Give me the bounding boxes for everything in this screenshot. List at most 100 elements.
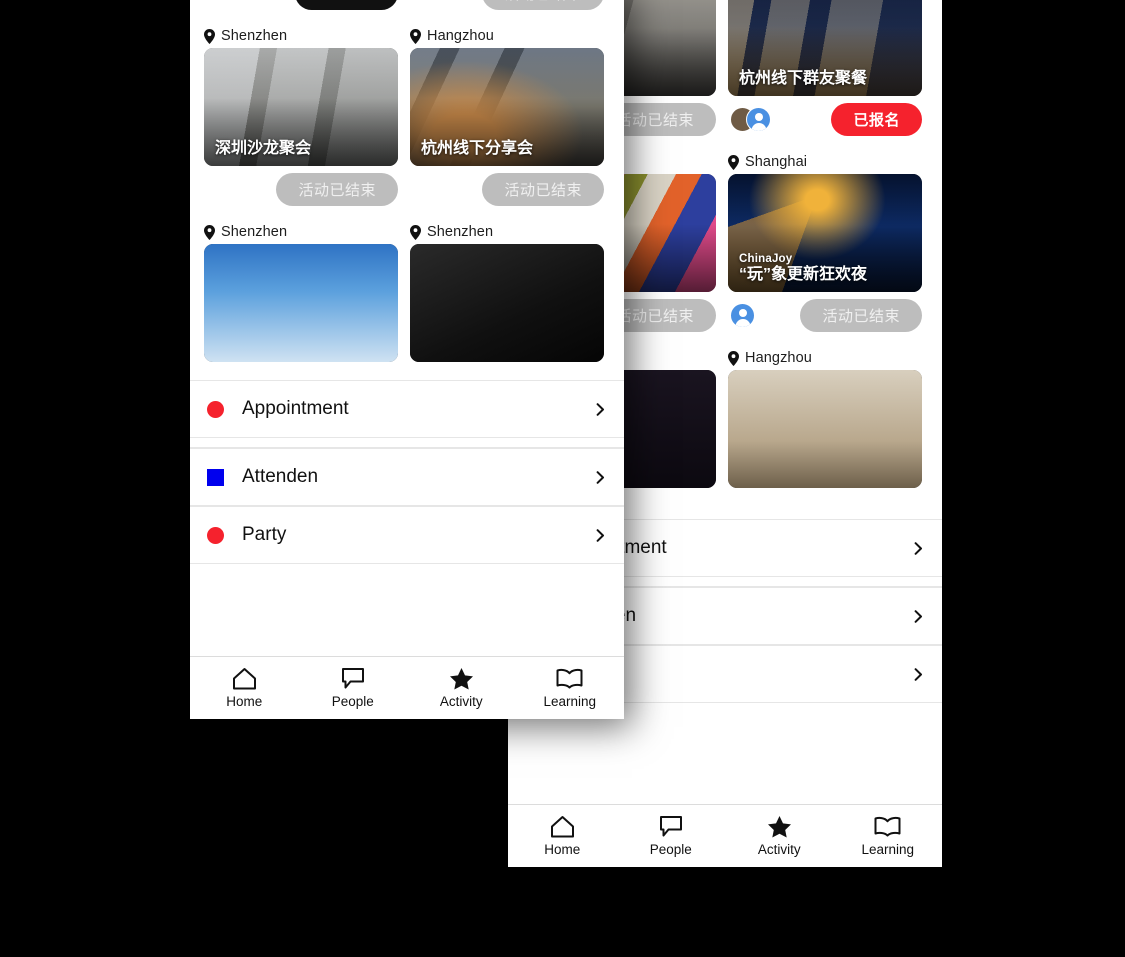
location-pin-icon: [204, 28, 215, 44]
event-thumbnail[interactable]: [728, 370, 922, 488]
chevron-right-icon: [596, 402, 604, 416]
tab-label: People: [331, 694, 374, 709]
tab-home[interactable]: Home: [190, 657, 299, 719]
menu-item-label: Party: [242, 524, 287, 545]
menu-divider-gap: [190, 438, 624, 448]
tab-home[interactable]: Home: [508, 805, 617, 867]
event-subtitle: ChinaJoy: [739, 253, 793, 266]
screenshot-stage: 聚会 活动已结束 Hangzhou 杭州线下群友聚餐: [0, 0, 1125, 957]
event-location: Hangzhou: [728, 346, 922, 370]
location-pin-icon: [728, 350, 739, 366]
location-pin-icon: [204, 224, 215, 240]
event-footer: 活动已结束: [728, 292, 922, 338]
event-card[interactable]: Shanghai ChinaJoy “玩”象更新狂欢夜 活动已结束: [728, 150, 922, 338]
star-icon: [449, 667, 474, 690]
tab-label: Activity: [439, 694, 483, 709]
tab-activity[interactable]: Activity: [407, 657, 516, 719]
event-footer: Attend: [204, 0, 398, 16]
tab-learning[interactable]: Learning: [516, 657, 625, 719]
event-thumbnail[interactable]: 杭州线下分享会: [410, 48, 604, 166]
event-location-label: Hangzhou: [427, 28, 494, 44]
chevron-right-icon: [914, 541, 922, 555]
event-thumbnail[interactable]: [204, 244, 398, 362]
event-thumbnail[interactable]: ChinaJoy “玩”象更新狂欢夜: [728, 174, 922, 292]
location-pin-icon: [410, 224, 421, 240]
event-card[interactable]: Shenzhen: [204, 220, 398, 362]
event-action-button[interactable]: Attend: [294, 0, 398, 10]
event-card[interactable]: Hangzhou: [728, 346, 922, 488]
event-action-button[interactable]: 活动已结束: [482, 0, 604, 10]
book-icon: [556, 667, 583, 690]
chat-bubble-icon: [341, 667, 365, 690]
event-card[interactable]: 深圳线下聚会 Attend: [204, 0, 398, 16]
avatar: [730, 302, 755, 328]
tab-label: Home: [226, 694, 263, 709]
event-card[interactable]: Shenzhen: [410, 220, 604, 362]
event-title: 深圳沙龙聚会: [215, 140, 312, 158]
event-title: ChinaJoy “玩”象更新狂欢夜: [739, 253, 867, 284]
event-thumbnail[interactable]: [410, 244, 604, 362]
tab-label: Activity: [757, 842, 801, 857]
star-icon: [767, 815, 792, 838]
chevron-right-icon: [596, 528, 604, 542]
bottom-tab-bar-front[interactable]: Home People Activity Learning: [190, 656, 624, 719]
event-location-label: Shenzhen: [427, 224, 494, 240]
chevron-right-icon: [596, 470, 604, 484]
event-location-label: Shenzhen: [221, 28, 288, 44]
red-dot-icon: [207, 400, 224, 418]
bottom-tab-bar-back[interactable]: Home People Activity Learning: [508, 804, 942, 867]
home-icon: [550, 815, 575, 838]
menu-item-appointment[interactable]: Appointment: [190, 380, 624, 438]
location-pin-icon: [410, 28, 421, 44]
red-dot-icon: [207, 526, 224, 544]
tab-people[interactable]: People: [617, 805, 726, 867]
location-pin-icon: [728, 154, 739, 170]
event-photo: [410, 244, 604, 362]
activity-list-screen-front: 深圳线下聚会 Attend 上海线下聚会: [190, 0, 624, 719]
event-thumbnail[interactable]: 杭州线下群友聚餐: [728, 0, 922, 96]
category-menu-front: Appointment Attenden Party: [190, 380, 624, 564]
tab-activity[interactable]: Activity: [725, 805, 834, 867]
book-icon: [874, 815, 901, 838]
event-location-label: Hangzhou: [745, 350, 812, 366]
event-footer: 活动已结束: [410, 0, 604, 16]
event-action-button[interactable]: 活动已结束: [800, 298, 922, 332]
event-location: Hangzhou: [410, 24, 604, 48]
tab-learning[interactable]: Learning: [834, 805, 943, 867]
event-card[interactable]: Hangzhou 杭州线下分享会 活动已结束: [410, 24, 604, 212]
menu-item-attenden[interactable]: Attenden: [190, 448, 624, 506]
attendee-avatars[interactable]: [728, 106, 771, 132]
event-photo: [204, 244, 398, 362]
event-footer: 活动已结束: [410, 166, 604, 212]
chevron-right-icon: [914, 667, 922, 681]
event-title-main: “玩”象更新狂欢夜: [739, 266, 868, 284]
avatar: [746, 106, 771, 132]
event-location: Shenzhen: [204, 220, 398, 244]
event-action-button[interactable]: 已报名: [831, 102, 922, 136]
home-icon: [232, 667, 257, 690]
event-feed-front[interactable]: 深圳线下聚会 Attend 上海线下聚会: [190, 0, 624, 381]
event-location: Shenzhen: [410, 220, 604, 244]
tab-label: Home: [544, 842, 581, 857]
event-thumbnail[interactable]: 深圳沙龙聚会: [204, 48, 398, 166]
tab-label: Learning: [543, 694, 597, 709]
chat-bubble-icon: [659, 815, 683, 838]
event-action-button[interactable]: 活动已结束: [276, 172, 398, 206]
event-action-button[interactable]: 活动已结束: [482, 172, 604, 206]
event-photo: [728, 370, 922, 488]
event-card[interactable]: Hangzhou 杭州线下群友聚餐 已报名: [728, 0, 922, 142]
tab-label: Learning: [861, 842, 915, 857]
event-title: 杭州线下分享会: [421, 140, 534, 158]
menu-item-label: Appointment: [242, 398, 349, 419]
event-location-label: Shanghai: [745, 154, 808, 170]
menu-item-party[interactable]: Party: [190, 506, 624, 564]
event-card[interactable]: Shenzhen 深圳沙龙聚会 活动已结束: [204, 24, 398, 212]
attendee-avatars[interactable]: [728, 302, 755, 328]
event-location: Shanghai: [728, 150, 922, 174]
event-title: 杭州线下群友聚餐: [739, 70, 868, 88]
event-footer: 活动已结束: [204, 166, 398, 212]
tab-label: People: [649, 842, 692, 857]
event-card[interactable]: 上海线下聚会 活动已结束: [410, 0, 604, 16]
tab-people[interactable]: People: [299, 657, 408, 719]
menu-item-label: Attenden: [242, 466, 319, 487]
